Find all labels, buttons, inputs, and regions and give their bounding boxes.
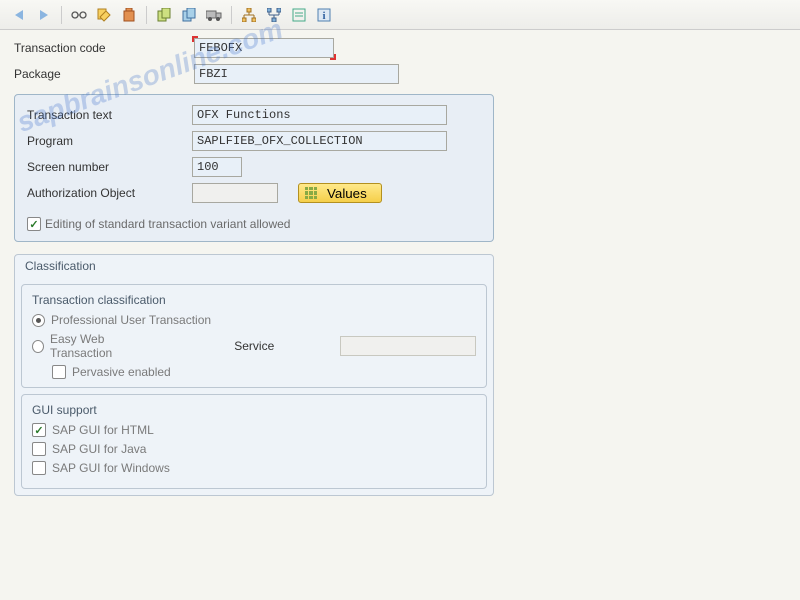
glasses-icon[interactable] <box>68 4 90 26</box>
separator <box>146 6 147 24</box>
gui-java-checkbox[interactable] <box>32 442 46 456</box>
gui-windows-checkbox[interactable] <box>32 461 46 475</box>
transport-icon[interactable] <box>203 4 225 26</box>
values-button[interactable]: Values <box>298 183 382 203</box>
forward-icon[interactable] <box>33 4 55 26</box>
professional-radio[interactable] <box>32 314 45 327</box>
pervasive-label: Pervasive enabled <box>72 365 171 379</box>
transaction-text-field[interactable]: OFX Functions <box>192 105 447 125</box>
program-field[interactable]: SAPLFIEB_OFX_COLLECTION <box>192 131 447 151</box>
easy-web-radio[interactable] <box>32 340 44 353</box>
display-change-icon[interactable] <box>93 4 115 26</box>
copy-icon[interactable] <box>153 4 175 26</box>
delete-icon[interactable] <box>118 4 140 26</box>
pervasive-checkbox[interactable] <box>52 365 66 379</box>
svg-text:i: i <box>322 10 325 22</box>
trans-class-title: Transaction classification <box>32 293 476 307</box>
assign-icon[interactable] <box>178 4 200 26</box>
auth-object-label: Authorization Object <box>27 186 192 200</box>
tcode-label: Transaction code <box>14 41 194 55</box>
transaction-classification-group: Transaction classification Professional … <box>21 284 487 388</box>
gui-support-group: GUI support SAP GUI for HTML SAP GUI for… <box>21 394 487 489</box>
auth-object-field[interactable] <box>192 183 278 203</box>
transaction-text-label: Transaction text <box>27 108 192 122</box>
gui-java-label: SAP GUI for Java <box>52 442 146 456</box>
service-field[interactable] <box>340 336 476 356</box>
grid-icon <box>305 187 317 199</box>
info-icon[interactable]: i <box>313 4 335 26</box>
service-label: Service <box>234 339 274 353</box>
screen-number-field[interactable]: 100 <box>192 157 242 177</box>
classification-group: Classification Transaction classificatio… <box>14 254 494 496</box>
package-field[interactable]: FBZI <box>194 64 399 84</box>
values-button-label: Values <box>327 186 367 201</box>
easy-web-label: Easy Web Transaction <box>50 332 158 360</box>
back-icon[interactable] <box>8 4 30 26</box>
separator <box>61 6 62 24</box>
edit-variant-label: Editing of standard transaction variant … <box>45 217 290 231</box>
tcode-field[interactable]: FEBOFX <box>194 38 334 58</box>
professional-label: Professional User Transaction <box>51 313 211 327</box>
screen-number-label: Screen number <box>27 160 192 174</box>
gui-support-title: GUI support <box>32 403 476 417</box>
classification-title: Classification <box>15 255 493 278</box>
gui-html-label: SAP GUI for HTML <box>52 423 154 437</box>
edit-variant-checkbox[interactable] <box>27 217 41 231</box>
package-label: Package <box>14 67 194 81</box>
separator <box>231 6 232 24</box>
gui-html-checkbox[interactable] <box>32 423 46 437</box>
transaction-details-panel: Transaction text OFX Functions Program S… <box>14 94 494 242</box>
program-label: Program <box>27 134 192 148</box>
variant-icon[interactable] <box>288 4 310 26</box>
hierarchy-icon[interactable] <box>238 4 260 26</box>
application-toolbar: i <box>0 0 800 30</box>
gui-windows-label: SAP GUI for Windows <box>52 461 170 475</box>
where-used-icon[interactable] <box>263 4 285 26</box>
